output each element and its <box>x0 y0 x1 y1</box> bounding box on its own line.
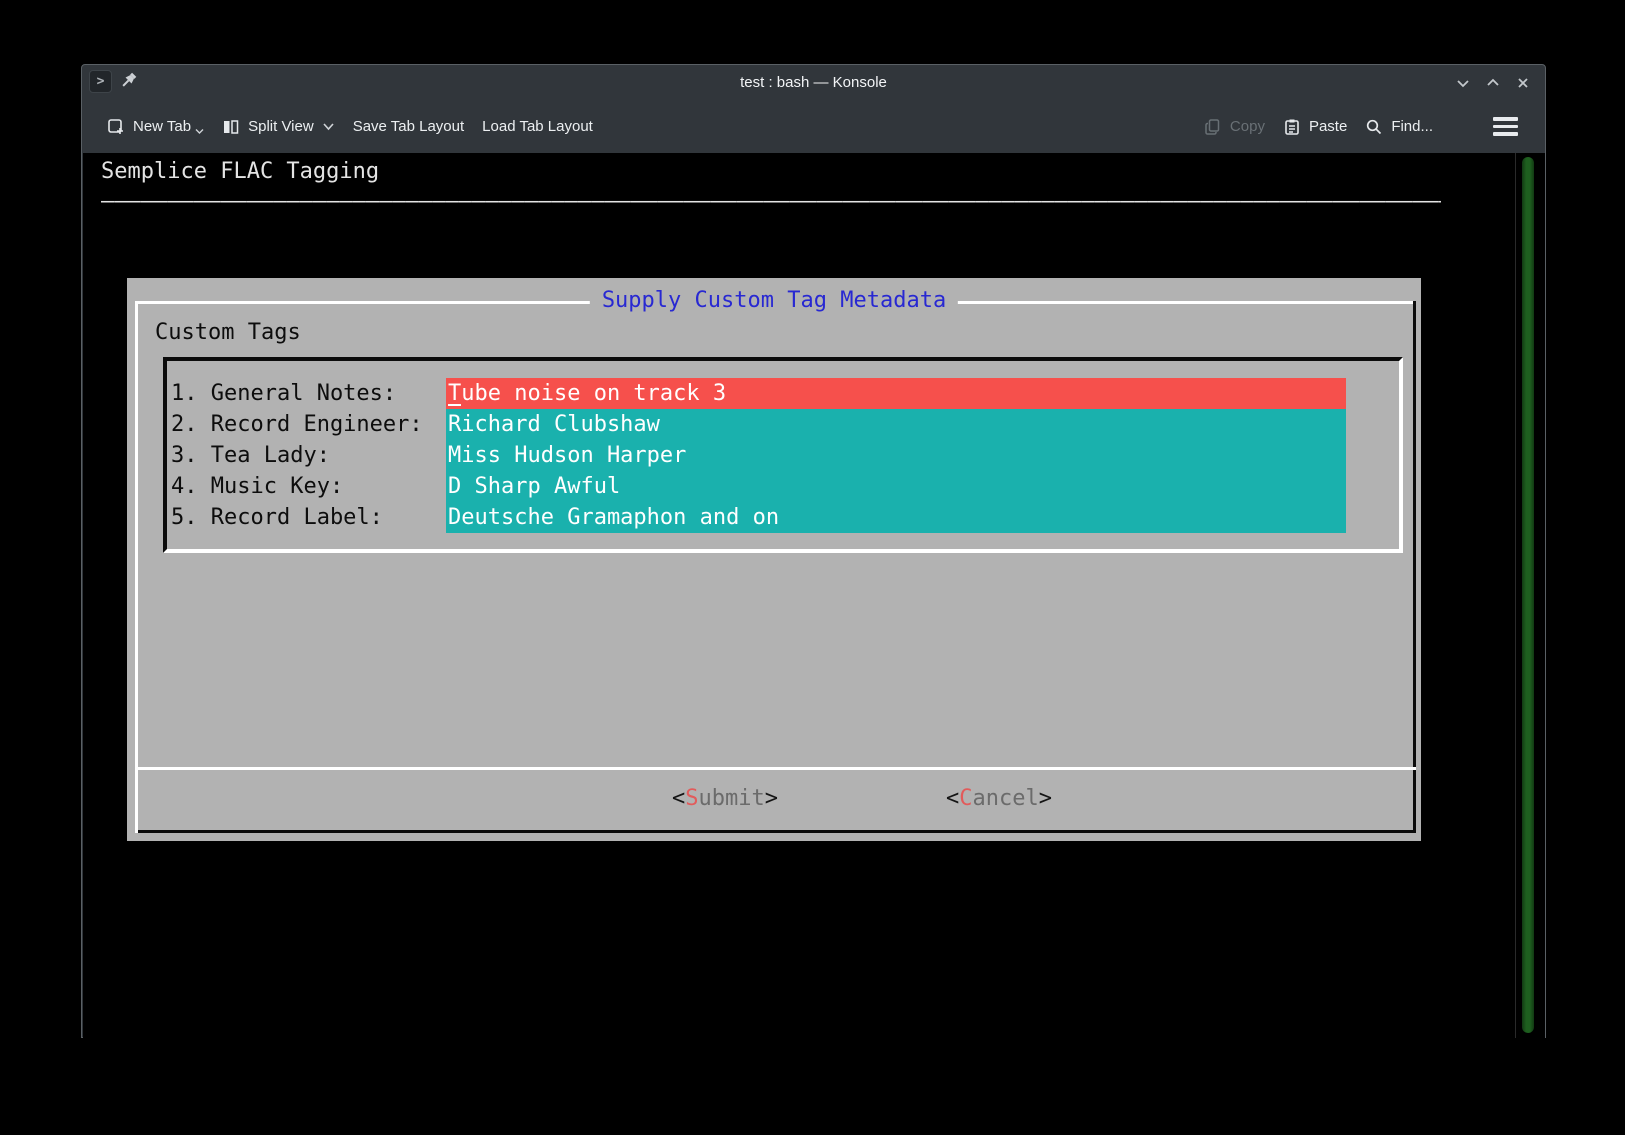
desktop-background: > test : bash — Konsole <box>0 0 1625 1135</box>
field-label: 4. Music Key: <box>171 471 343 502</box>
form-row: 2. Record Engineer: Richard Clubshaw <box>167 409 1399 440</box>
tui-dialog: Supply Custom Tag Metadata Custom Tags 1… <box>127 278 1421 841</box>
prompt-glyph: > <box>97 74 105 89</box>
pin-icon[interactable] <box>118 71 138 91</box>
maximize-icon[interactable] <box>1484 74 1501 91</box>
paste-label: Paste <box>1309 118 1347 135</box>
form-row: 1. General Notes: Tube noise on track 3 <box>167 378 1399 409</box>
form-row: 4. Music Key: D Sharp Awful <box>167 471 1399 502</box>
hamburger-icon <box>1493 117 1518 121</box>
field-label: 2. Record Engineer: <box>171 409 423 440</box>
dialog-border-right <box>1413 301 1416 833</box>
dialog-heading: Custom Tags <box>155 319 301 347</box>
caret-down-icon <box>195 128 204 135</box>
field-input-music-key[interactable]: D Sharp Awful <box>446 471 1346 502</box>
load-tab-layout-button[interactable]: Load Tab Layout <box>473 112 602 141</box>
find-label: Find... <box>1391 118 1433 135</box>
hamburger-menu-button[interactable] <box>1488 112 1523 141</box>
copy-icon <box>1204 118 1222 136</box>
copy-button[interactable]: Copy <box>1195 112 1274 142</box>
load-tab-layout-label: Load Tab Layout <box>482 118 593 135</box>
split-view-label: Split View <box>248 118 314 135</box>
split-view-button[interactable]: Split View <box>213 112 344 142</box>
button-separator <box>135 767 1416 770</box>
submit-button[interactable]: <Submit> <box>672 784 778 814</box>
field-input-record-label[interactable]: Deutsche Gramaphon and on <box>446 502 1346 533</box>
field-input-record-engineer[interactable]: Richard Clubshaw <box>446 409 1346 440</box>
window-title: test : bash — Konsole <box>740 65 887 100</box>
split-view-icon <box>222 118 240 136</box>
dialog-border-bottom <box>138 830 1416 833</box>
dialog-title: Supply Custom Tag Metadata <box>590 288 958 314</box>
save-tab-layout-label: Save Tab Layout <box>353 118 464 135</box>
toolbar: New Tab Split View Save Tab Layo <box>82 100 1545 153</box>
form-row: 5. Record Label: Deutsche Gramaphon and … <box>167 502 1399 533</box>
titlebar[interactable]: > test : bash — Konsole <box>82 65 1545 100</box>
dialog-border-left <box>135 301 138 833</box>
cancel-button[interactable]: <Cancel> <box>946 784 1052 814</box>
new-tab-button[interactable]: New Tab <box>98 112 213 142</box>
field-label: 3. Tea Lady: <box>171 440 330 471</box>
field-input-tea-lady[interactable]: Miss Hudson Harper <box>446 440 1346 471</box>
find-button[interactable]: Find... <box>1356 112 1442 142</box>
scrollbar-track[interactable] <box>1515 153 1516 1038</box>
close-icon[interactable] <box>1514 74 1531 91</box>
field-input-general-notes[interactable]: Tube noise on track 3 <box>446 378 1346 409</box>
terminal-screen[interactable]: Semplice FLAC Tagging ——————————————————… <box>83 153 1545 1038</box>
new-tab-label: New Tab <box>133 118 191 135</box>
konsole-window: > test : bash — Konsole <box>81 64 1546 1038</box>
backtitle-separator: ————————————————————————————————————————… <box>101 187 1441 217</box>
form-box: 1. General Notes: Tube noise on track 3 … <box>163 357 1403 553</box>
field-label: 5. Record Label: <box>171 502 383 533</box>
konsole-tab-icon[interactable]: > <box>89 70 112 93</box>
paste-button[interactable]: Paste <box>1274 112 1356 142</box>
save-tab-layout-button[interactable]: Save Tab Layout <box>344 112 473 141</box>
new-tab-icon <box>107 118 125 136</box>
backtitle: Semplice FLAC Tagging <box>101 157 379 187</box>
paste-icon <box>1283 118 1301 136</box>
copy-label: Copy <box>1230 118 1265 135</box>
search-icon <box>1365 118 1383 136</box>
caret-down-icon <box>322 122 335 131</box>
form-row: 3. Tea Lady: Miss Hudson Harper <box>167 440 1399 471</box>
minimize-icon[interactable] <box>1454 74 1471 91</box>
field-label: 1. General Notes: <box>171 378 396 409</box>
scrollbar-thumb[interactable] <box>1522 157 1534 1033</box>
